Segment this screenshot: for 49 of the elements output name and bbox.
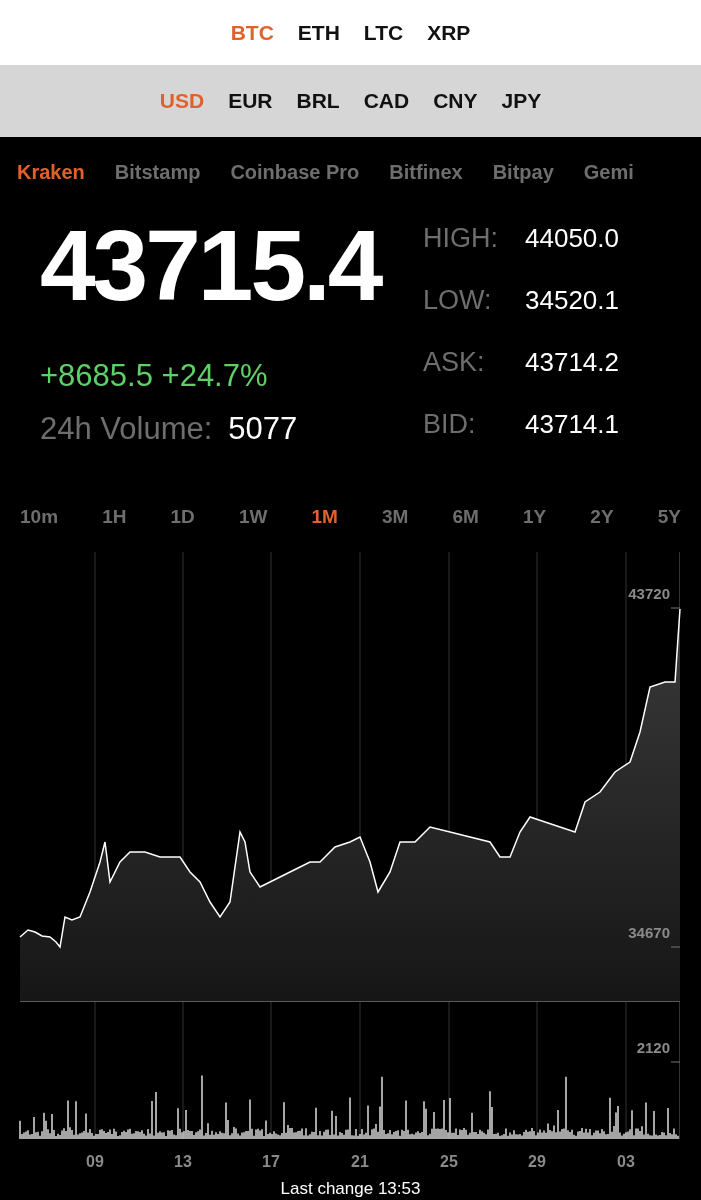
exchange-tab[interactable]: Bitfinex (389, 157, 463, 187)
axis-label: 2120 (636, 1039, 670, 1056)
coin-tab[interactable]: XRP (427, 16, 471, 49)
date-label: 21 (351, 1153, 369, 1170)
timeframe-tab[interactable]: 1Y (523, 502, 547, 532)
axis-label: 34670 (628, 924, 670, 941)
timeframe-tab[interactable]: 10m (20, 502, 59, 532)
timeframe-tab[interactable]: 3M (382, 502, 409, 532)
stat-label: ASK: (423, 345, 486, 379)
volume-value: 5077 (228, 409, 298, 448)
coin-tab[interactable]: BTC (230, 16, 274, 49)
coin-tab[interactable]: ETH (297, 16, 340, 49)
price-change: +8685.5 +24.7% (40, 357, 269, 395)
coin-tab[interactable]: LTC (363, 16, 404, 49)
stat-value: 43714.1 (525, 407, 619, 441)
timeframe-tab[interactable]: 1H (102, 502, 127, 532)
currency-tab[interactable]: EUR (228, 85, 273, 117)
exchange-tab[interactable]: Bitstamp (114, 157, 201, 187)
exchange-tab[interactable]: Bitpay (492, 157, 554, 187)
timeframe-tab[interactable]: 6M (452, 502, 479, 532)
date-label: 29 (528, 1153, 546, 1170)
timeframe-tab[interactable]: 1M (311, 502, 338, 532)
currency-tab[interactable]: BRL (296, 85, 340, 117)
exchange-tab[interactable]: Gemi (583, 157, 634, 187)
date-label: 17 (262, 1153, 280, 1170)
stat-value: 34520.1 (525, 283, 619, 317)
date-label: 25 (440, 1153, 458, 1170)
date-label: 13 (174, 1153, 192, 1170)
date-label: 09 (86, 1153, 104, 1170)
currency-tab[interactable]: CAD (363, 85, 410, 117)
timeframe-tab[interactable]: 5Y (657, 502, 681, 532)
volume-label: 24h Volume: (40, 409, 213, 448)
axis-label: 43720 (628, 585, 670, 602)
stat-value: 44050.0 (525, 221, 619, 255)
currency-tab[interactable]: USD (159, 85, 205, 117)
exchange-tab[interactable]: Kraken (17, 157, 85, 187)
timeframe-tab[interactable]: 1D (170, 502, 195, 532)
last-change-text: Last change 13:53 (280, 1179, 421, 1198)
stat-label: BID: (423, 407, 477, 441)
stat-label: HIGH: (423, 221, 499, 255)
currency-tab[interactable]: CNY (433, 85, 478, 117)
price-value: 43715.4 (40, 215, 383, 315)
exchange-tab[interactable]: Coinbase Pro (230, 157, 360, 187)
date-label: 03 (617, 1153, 635, 1170)
timeframe-tab[interactable]: 2Y (590, 502, 614, 532)
timeframe-tab[interactable]: 1W (238, 502, 268, 532)
stat-label: LOW: (423, 283, 493, 317)
stat-value: 43714.2 (525, 345, 619, 379)
currency-tab[interactable]: JPY (501, 85, 542, 117)
